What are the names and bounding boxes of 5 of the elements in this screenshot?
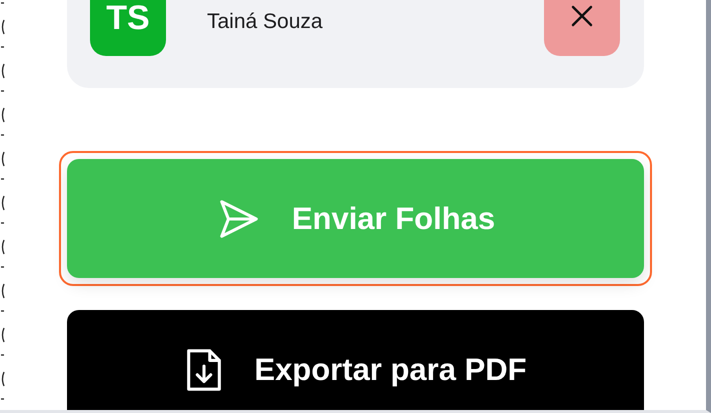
export-pdf-button[interactable]: Exportar para PDF bbox=[67, 310, 644, 410]
recipient-name: Tainá Souza bbox=[207, 10, 324, 34]
close-icon bbox=[571, 5, 593, 27]
remove-button[interactable] bbox=[544, 0, 620, 56]
avatar: TS bbox=[90, 0, 166, 56]
